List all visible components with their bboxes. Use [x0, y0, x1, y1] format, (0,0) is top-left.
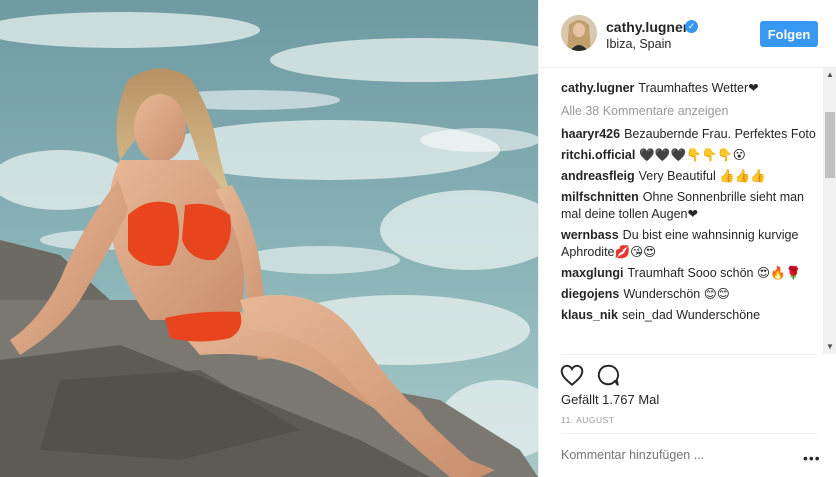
caption: cathy.lugner Traumhaftes Wetter❤: [561, 80, 817, 97]
comments-scrollbar[interactable]: ▲ ▼: [823, 68, 836, 354]
scroll-down-arrow-icon[interactable]: ▼: [823, 340, 836, 354]
comment-username[interactable]: haaryr426: [561, 127, 620, 141]
add-comment-input[interactable]: [561, 448, 781, 462]
comment-text: Wunderschön 😊😊: [623, 287, 730, 301]
comment-item: ritchi.official 🖤🖤🖤👇👇👇😮: [561, 147, 817, 164]
comment-item: maxglungi Traumhaft Sooo schön 😍🔥🌹: [561, 265, 817, 282]
avatar-image: [561, 15, 597, 51]
comment-text: 🖤🖤🖤👇👇👇😮: [639, 148, 746, 162]
check-icon: ✓: [685, 20, 698, 33]
comment-username[interactable]: ritchi.official: [561, 148, 635, 162]
heart-icon[interactable]: [559, 362, 585, 388]
beach-photo-image: [0, 0, 538, 477]
post-header: cathy.lugner ✓ Ibiza, Spain Folgen: [539, 0, 836, 68]
comment-username[interactable]: milfschnitten: [561, 190, 639, 204]
comment-item: wernbass Du bist eine wahnsinnig kurvige …: [561, 227, 817, 261]
caption-text: Traumhaftes Wetter❤: [638, 81, 759, 95]
instagram-post-modal: cathy.lugner ✓ Ibiza, Spain Folgen cathy…: [0, 0, 836, 477]
likes-count[interactable]: Gefällt 1.767 Mal: [561, 392, 659, 407]
comment-username[interactable]: wernbass: [561, 228, 619, 242]
divider: [561, 433, 817, 434]
avatar[interactable]: [561, 15, 597, 51]
post-photo[interactable]: [0, 0, 538, 477]
comment-username[interactable]: maxglungi: [561, 266, 624, 280]
post-sidebar: cathy.lugner ✓ Ibiza, Spain Folgen cathy…: [538, 0, 836, 477]
divider: [561, 354, 817, 355]
comment-text: Traumhaft Sooo schön 😍🔥🌹: [627, 266, 802, 280]
comment-username[interactable]: andreasfleig: [561, 169, 635, 183]
comment-text: Bezaubernde Frau. Perfektes Foto: [624, 127, 816, 141]
follow-button[interactable]: Folgen: [760, 21, 818, 47]
comment-item: andreasfleig Very Beautiful 👍👍👍: [561, 168, 817, 185]
comment-username[interactable]: diegojens: [561, 287, 619, 301]
comment-icon[interactable]: [595, 362, 621, 388]
load-more-comments-link[interactable]: Alle 38 Kommentare anzeigen: [561, 103, 817, 120]
more-options-icon[interactable]: •••: [803, 450, 821, 466]
comment-item: klaus_nik sein_dad Wunderschöne: [561, 307, 817, 324]
comment-username[interactable]: klaus_nik: [561, 308, 618, 322]
comment-text: sein_dad Wunderschöne: [621, 308, 761, 322]
comment-item: haaryr426 Bezaubernde Frau. Perfektes Fot…: [561, 126, 817, 143]
scroll-up-arrow-icon[interactable]: ▲: [823, 68, 836, 82]
username-link[interactable]: cathy.lugner: [606, 19, 688, 35]
location-link[interactable]: Ibiza, Spain: [606, 37, 671, 51]
caption-username[interactable]: cathy.lugner: [561, 81, 634, 95]
comment-item: milfschnitten Ohne Sonnenbrille sieht man…: [561, 189, 817, 223]
comment-text: Very Beautiful 👍👍👍: [638, 169, 766, 183]
comments-list[interactable]: cathy.lugner Traumhaftes Wetter❤ Alle 38 …: [561, 80, 817, 354]
scrollbar-thumb[interactable]: [825, 112, 835, 178]
post-date: 11. AUGUST: [561, 415, 615, 425]
comment-item: diegojens Wunderschön 😊😊: [561, 286, 817, 303]
